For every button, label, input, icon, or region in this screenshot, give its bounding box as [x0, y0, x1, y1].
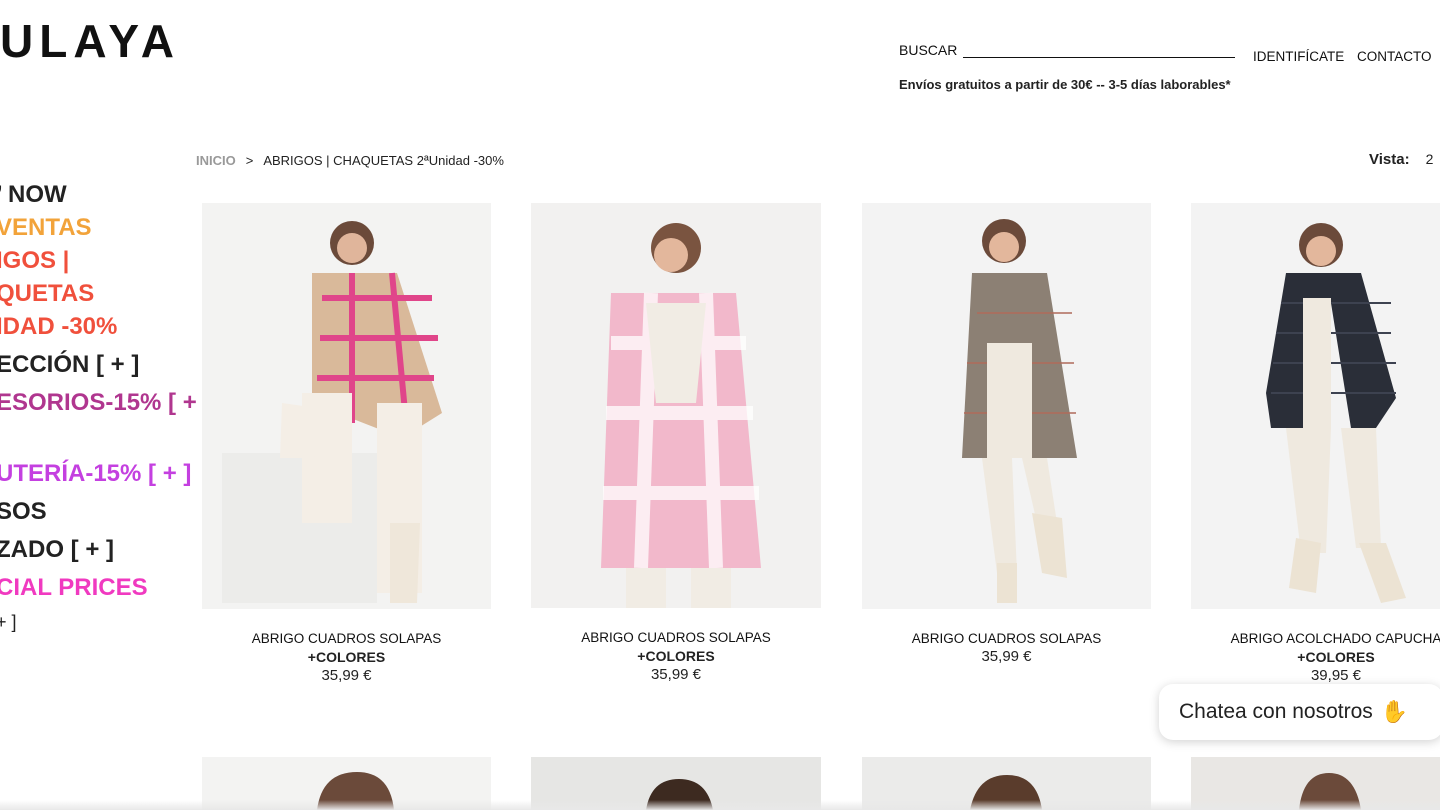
product-colors: +COLORES	[307, 649, 386, 665]
sidebar-item[interactable]: IDAD -30%	[0, 310, 206, 343]
view-selector: Vista: 2	[1369, 151, 1433, 168]
product-price: 35,99 €	[650, 666, 702, 683]
sidebar-item[interactable]: ESORIOS-15% [ +	[0, 386, 206, 419]
model-photo-icon	[202, 203, 491, 609]
brand-logo[interactable]: ULAYA	[0, 14, 180, 68]
contact-link[interactable]: CONTACTO	[1357, 49, 1432, 64]
model-photo-icon	[531, 203, 821, 608]
product-name[interactable]: ABRIGO CUADROS SOLAPAS	[862, 631, 1151, 646]
product-image[interactable]	[862, 203, 1151, 609]
scroll-shadow	[0, 800, 1440, 810]
sidebar-item[interactable]: CIAL PRICES	[0, 571, 206, 604]
sidebar-item[interactable]: QUETAS	[0, 277, 206, 310]
product-price: 35,99 €	[321, 667, 372, 684]
category-sidebar: ’ NOW VENTAS IGOS | QUETAS IDAD -30% ECC…	[0, 178, 206, 639]
search-label: BUSCAR	[899, 42, 958, 58]
sidebar-item[interactable]: SOS	[0, 495, 206, 528]
waving-hand-icon: ✋	[1380, 699, 1409, 724]
shipping-notice: Envíos gratuitos a partir de 30€ -- 3-5 …	[899, 77, 1231, 92]
sidebar-item[interactable]: ’ NOW	[0, 178, 206, 211]
product-name[interactable]: ABRIGO ACOLCHADO CAPUCHA	[1191, 631, 1440, 646]
product-name[interactable]: ABRIGO CUADROS SOLAPAS	[531, 630, 821, 645]
product-name[interactable]: ABRIGO CUADROS SOLAPAS	[202, 631, 491, 646]
chat-button[interactable]: Chatea con nosotros ✋	[1159, 684, 1440, 740]
product-image[interactable]	[1191, 203, 1440, 609]
product-price: 35,99 €	[981, 648, 1032, 665]
product-image[interactable]	[202, 203, 491, 609]
product-price: 39,95 €	[1310, 667, 1362, 684]
chat-label: Chatea con nosotros	[1179, 700, 1373, 723]
sidebar-item[interactable]: + ]	[0, 606, 206, 639]
sidebar-item[interactable]: ECCIÓN [ + ]	[0, 348, 206, 381]
view-label: Vista:	[1369, 151, 1410, 168]
sidebar-item[interactable]	[0, 419, 206, 457]
sidebar-item[interactable]: IGOS |	[0, 244, 206, 277]
sidebar-item[interactable]: UTERÍA-15% [ + ]	[0, 457, 206, 490]
login-link[interactable]: IDENTIFÍCATE	[1253, 49, 1344, 64]
search-bar: BUSCAR	[899, 40, 1236, 58]
view-option[interactable]: 2	[1426, 151, 1434, 168]
breadcrumb-separator: >	[245, 153, 254, 168]
sidebar-item[interactable]: VENTAS	[0, 211, 206, 244]
search-input[interactable]	[963, 40, 1236, 58]
product-colors: +COLORES	[1297, 649, 1375, 665]
product-image[interactable]	[531, 203, 821, 608]
model-photo-icon	[1191, 203, 1440, 609]
breadcrumb-home[interactable]: INICIO	[196, 153, 236, 168]
product-colors: +COLORES	[637, 648, 715, 664]
breadcrumb-current: ABRIGOS | CHAQUETAS 2ªUnidad -30%	[263, 153, 504, 168]
breadcrumb: INICIO > ABRIGOS | CHAQUETAS 2ªUnidad -3…	[196, 153, 504, 168]
model-photo-icon	[862, 203, 1151, 609]
sidebar-item[interactable]: ZADO [ + ]	[0, 533, 206, 566]
